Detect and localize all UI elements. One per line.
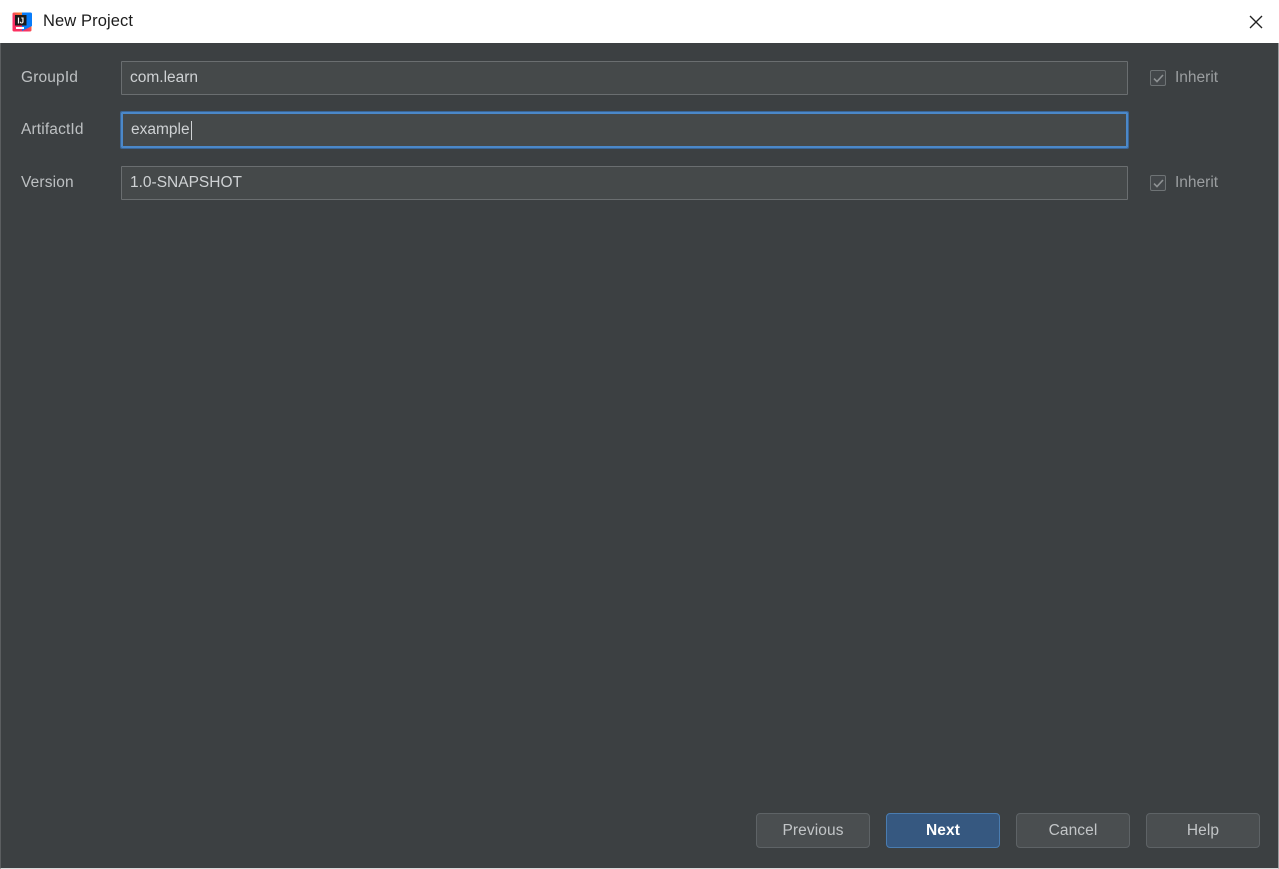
previous-button[interactable]: Previous	[756, 813, 870, 848]
intellij-idea-icon: IJ	[12, 12, 32, 32]
cancel-button[interactable]: Cancel	[1016, 813, 1130, 848]
form-row-version: Version 1.0-SNAPSHOT Inherit	[1, 165, 1278, 201]
form-row-artifactid: ArtifactId example	[1, 111, 1278, 149]
groupid-value: com.learn	[130, 69, 199, 86]
help-button[interactable]: Help	[1146, 813, 1260, 848]
new-project-dialog: IJ New Project GroupId com.learn Inherit…	[0, 0, 1279, 869]
close-icon[interactable]	[1232, 0, 1279, 43]
checkbox-checked-icon	[1150, 175, 1166, 191]
window-title: New Project	[43, 12, 134, 30]
version-inherit-label: Inherit	[1175, 174, 1219, 191]
groupid-inherit-label: Inherit	[1175, 69, 1219, 86]
version-label: Version	[21, 174, 74, 191]
version-input[interactable]: 1.0-SNAPSHOT	[121, 166, 1128, 200]
text-caret	[190, 120, 192, 140]
svg-text:IJ: IJ	[17, 16, 24, 25]
groupid-label: GroupId	[21, 69, 79, 86]
title-bar: IJ New Project	[0, 0, 1279, 43]
form-row-groupid: GroupId com.learn Inherit	[1, 60, 1278, 96]
version-inherit-checkbox[interactable]: Inherit	[1150, 174, 1260, 192]
artifactid-input[interactable]: example	[120, 111, 1129, 149]
version-value: 1.0-SNAPSHOT	[130, 174, 242, 191]
dialog-body: GroupId com.learn Inherit ArtifactId exa…	[0, 43, 1279, 869]
maven-coordinates-form: GroupId com.learn Inherit ArtifactId exa…	[1, 43, 1278, 201]
groupid-input[interactable]: com.learn	[121, 61, 1128, 95]
artifactid-label: ArtifactId	[21, 121, 84, 138]
artifactid-value: example	[131, 121, 190, 138]
dialog-button-bar: Previous Next Cancel Help	[756, 813, 1260, 848]
next-button[interactable]: Next	[886, 813, 1000, 848]
checkbox-checked-icon	[1150, 70, 1166, 86]
groupid-inherit-checkbox[interactable]: Inherit	[1150, 69, 1260, 87]
